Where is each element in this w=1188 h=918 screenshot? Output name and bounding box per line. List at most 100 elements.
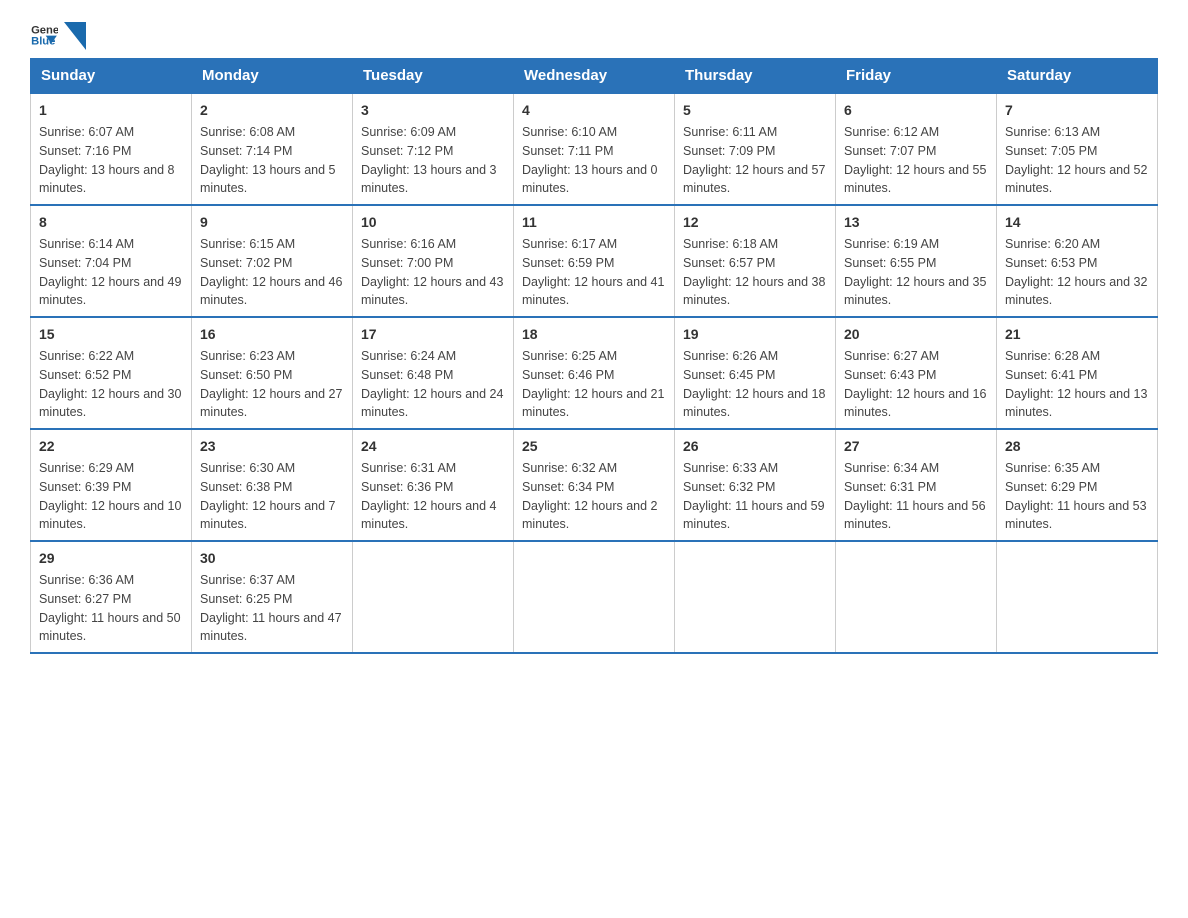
calendar-day-cell: [675, 541, 836, 653]
calendar-day-cell: 27 Sunrise: 6:34 AMSunset: 6:31 PMDaylig…: [836, 429, 997, 541]
calendar-day-cell: 7 Sunrise: 6:13 AMSunset: 7:05 PMDayligh…: [997, 93, 1158, 205]
svg-text:Blue: Blue: [31, 36, 55, 48]
calendar-day-cell: 14 Sunrise: 6:20 AMSunset: 6:53 PMDaylig…: [997, 205, 1158, 317]
calendar-day-cell: 19 Sunrise: 6:26 AMSunset: 6:45 PMDaylig…: [675, 317, 836, 429]
svg-text:General: General: [31, 24, 58, 36]
day-info: Sunrise: 6:09 AMSunset: 7:12 PMDaylight:…: [361, 125, 497, 195]
day-number: 10: [361, 212, 505, 233]
day-number: 25: [522, 436, 666, 457]
calendar-week-row: 15 Sunrise: 6:22 AMSunset: 6:52 PMDaylig…: [31, 317, 1158, 429]
day-number: 1: [39, 100, 183, 121]
calendar-day-header: Sunday: [31, 59, 192, 94]
day-number: 22: [39, 436, 183, 457]
calendar-day-cell: 16 Sunrise: 6:23 AMSunset: 6:50 PMDaylig…: [192, 317, 353, 429]
calendar-day-cell: 15 Sunrise: 6:22 AMSunset: 6:52 PMDaylig…: [31, 317, 192, 429]
day-info: Sunrise: 6:24 AMSunset: 6:48 PMDaylight:…: [361, 349, 503, 419]
day-info: Sunrise: 6:10 AMSunset: 7:11 PMDaylight:…: [522, 125, 658, 195]
calendar-day-cell: 18 Sunrise: 6:25 AMSunset: 6:46 PMDaylig…: [514, 317, 675, 429]
day-number: 18: [522, 324, 666, 345]
day-number: 13: [844, 212, 988, 233]
day-info: Sunrise: 6:26 AMSunset: 6:45 PMDaylight:…: [683, 349, 825, 419]
day-number: 5: [683, 100, 827, 121]
day-info: Sunrise: 6:25 AMSunset: 6:46 PMDaylight:…: [522, 349, 664, 419]
calendar-table: SundayMondayTuesdayWednesdayThursdayFrid…: [30, 58, 1158, 654]
logo-triangle-icon: [64, 22, 86, 50]
calendar-day-header: Wednesday: [514, 59, 675, 94]
calendar-day-cell: 11 Sunrise: 6:17 AMSunset: 6:59 PMDaylig…: [514, 205, 675, 317]
logo-icon: General Blue: [30, 20, 58, 48]
day-info: Sunrise: 6:15 AMSunset: 7:02 PMDaylight:…: [200, 237, 342, 307]
day-number: 8: [39, 212, 183, 233]
calendar-day-cell: 22 Sunrise: 6:29 AMSunset: 6:39 PMDaylig…: [31, 429, 192, 541]
calendar-day-cell: 28 Sunrise: 6:35 AMSunset: 6:29 PMDaylig…: [997, 429, 1158, 541]
calendar-day-header: Friday: [836, 59, 997, 94]
day-info: Sunrise: 6:12 AMSunset: 7:07 PMDaylight:…: [844, 125, 986, 195]
day-info: Sunrise: 6:23 AMSunset: 6:50 PMDaylight:…: [200, 349, 342, 419]
day-info: Sunrise: 6:29 AMSunset: 6:39 PMDaylight:…: [39, 461, 181, 531]
day-info: Sunrise: 6:34 AMSunset: 6:31 PMDaylight:…: [844, 461, 986, 531]
day-number: 7: [1005, 100, 1149, 121]
calendar-day-cell: 9 Sunrise: 6:15 AMSunset: 7:02 PMDayligh…: [192, 205, 353, 317]
day-info: Sunrise: 6:32 AMSunset: 6:34 PMDaylight:…: [522, 461, 658, 531]
day-number: 29: [39, 548, 183, 569]
day-number: 30: [200, 548, 344, 569]
day-number: 14: [1005, 212, 1149, 233]
calendar-day-cell: 29 Sunrise: 6:36 AMSunset: 6:27 PMDaylig…: [31, 541, 192, 653]
calendar-day-cell: 26 Sunrise: 6:33 AMSunset: 6:32 PMDaylig…: [675, 429, 836, 541]
calendar-day-cell: 4 Sunrise: 6:10 AMSunset: 7:11 PMDayligh…: [514, 93, 675, 205]
day-number: 12: [683, 212, 827, 233]
calendar-day-cell: [514, 541, 675, 653]
calendar-day-cell: [997, 541, 1158, 653]
calendar-header-row: SundayMondayTuesdayWednesdayThursdayFrid…: [31, 59, 1158, 94]
day-info: Sunrise: 6:36 AMSunset: 6:27 PMDaylight:…: [39, 573, 181, 643]
calendar-day-cell: 6 Sunrise: 6:12 AMSunset: 7:07 PMDayligh…: [836, 93, 997, 205]
calendar-day-cell: 23 Sunrise: 6:30 AMSunset: 6:38 PMDaylig…: [192, 429, 353, 541]
day-info: Sunrise: 6:37 AMSunset: 6:25 PMDaylight:…: [200, 573, 342, 643]
calendar-day-cell: 24 Sunrise: 6:31 AMSunset: 6:36 PMDaylig…: [353, 429, 514, 541]
day-number: 2: [200, 100, 344, 121]
calendar-day-cell: 20 Sunrise: 6:27 AMSunset: 6:43 PMDaylig…: [836, 317, 997, 429]
calendar-day-header: Tuesday: [353, 59, 514, 94]
day-info: Sunrise: 6:22 AMSunset: 6:52 PMDaylight:…: [39, 349, 181, 419]
day-number: 6: [844, 100, 988, 121]
calendar-day-cell: [353, 541, 514, 653]
calendar-week-row: 29 Sunrise: 6:36 AMSunset: 6:27 PMDaylig…: [31, 541, 1158, 653]
day-info: Sunrise: 6:07 AMSunset: 7:16 PMDaylight:…: [39, 125, 175, 195]
calendar-day-cell: 5 Sunrise: 6:11 AMSunset: 7:09 PMDayligh…: [675, 93, 836, 205]
day-info: Sunrise: 6:31 AMSunset: 6:36 PMDaylight:…: [361, 461, 497, 531]
day-info: Sunrise: 6:33 AMSunset: 6:32 PMDaylight:…: [683, 461, 825, 531]
calendar-week-row: 22 Sunrise: 6:29 AMSunset: 6:39 PMDaylig…: [31, 429, 1158, 541]
calendar-day-cell: 3 Sunrise: 6:09 AMSunset: 7:12 PMDayligh…: [353, 93, 514, 205]
day-info: Sunrise: 6:17 AMSunset: 6:59 PMDaylight:…: [522, 237, 664, 307]
calendar-day-cell: 21 Sunrise: 6:28 AMSunset: 6:41 PMDaylig…: [997, 317, 1158, 429]
day-info: Sunrise: 6:16 AMSunset: 7:00 PMDaylight:…: [361, 237, 503, 307]
day-number: 20: [844, 324, 988, 345]
calendar-week-row: 1 Sunrise: 6:07 AMSunset: 7:16 PMDayligh…: [31, 93, 1158, 205]
day-info: Sunrise: 6:18 AMSunset: 6:57 PMDaylight:…: [683, 237, 825, 307]
day-number: 4: [522, 100, 666, 121]
day-number: 27: [844, 436, 988, 457]
day-number: 19: [683, 324, 827, 345]
calendar-day-cell: 2 Sunrise: 6:08 AMSunset: 7:14 PMDayligh…: [192, 93, 353, 205]
day-info: Sunrise: 6:27 AMSunset: 6:43 PMDaylight:…: [844, 349, 986, 419]
calendar-day-cell: [836, 541, 997, 653]
calendar-day-header: Thursday: [675, 59, 836, 94]
day-number: 21: [1005, 324, 1149, 345]
calendar-day-cell: 1 Sunrise: 6:07 AMSunset: 7:16 PMDayligh…: [31, 93, 192, 205]
day-number: 16: [200, 324, 344, 345]
day-number: 26: [683, 436, 827, 457]
calendar-week-row: 8 Sunrise: 6:14 AMSunset: 7:04 PMDayligh…: [31, 205, 1158, 317]
day-number: 23: [200, 436, 344, 457]
day-info: Sunrise: 6:28 AMSunset: 6:41 PMDaylight:…: [1005, 349, 1147, 419]
day-number: 24: [361, 436, 505, 457]
calendar-day-header: Saturday: [997, 59, 1158, 94]
day-info: Sunrise: 6:14 AMSunset: 7:04 PMDaylight:…: [39, 237, 181, 307]
logo: General Blue: [30, 20, 88, 48]
calendar-day-cell: 8 Sunrise: 6:14 AMSunset: 7:04 PMDayligh…: [31, 205, 192, 317]
calendar-day-cell: 25 Sunrise: 6:32 AMSunset: 6:34 PMDaylig…: [514, 429, 675, 541]
day-info: Sunrise: 6:35 AMSunset: 6:29 PMDaylight:…: [1005, 461, 1147, 531]
calendar-day-cell: 30 Sunrise: 6:37 AMSunset: 6:25 PMDaylig…: [192, 541, 353, 653]
calendar-day-cell: 12 Sunrise: 6:18 AMSunset: 6:57 PMDaylig…: [675, 205, 836, 317]
calendar-day-header: Monday: [192, 59, 353, 94]
day-info: Sunrise: 6:11 AMSunset: 7:09 PMDaylight:…: [683, 125, 825, 195]
